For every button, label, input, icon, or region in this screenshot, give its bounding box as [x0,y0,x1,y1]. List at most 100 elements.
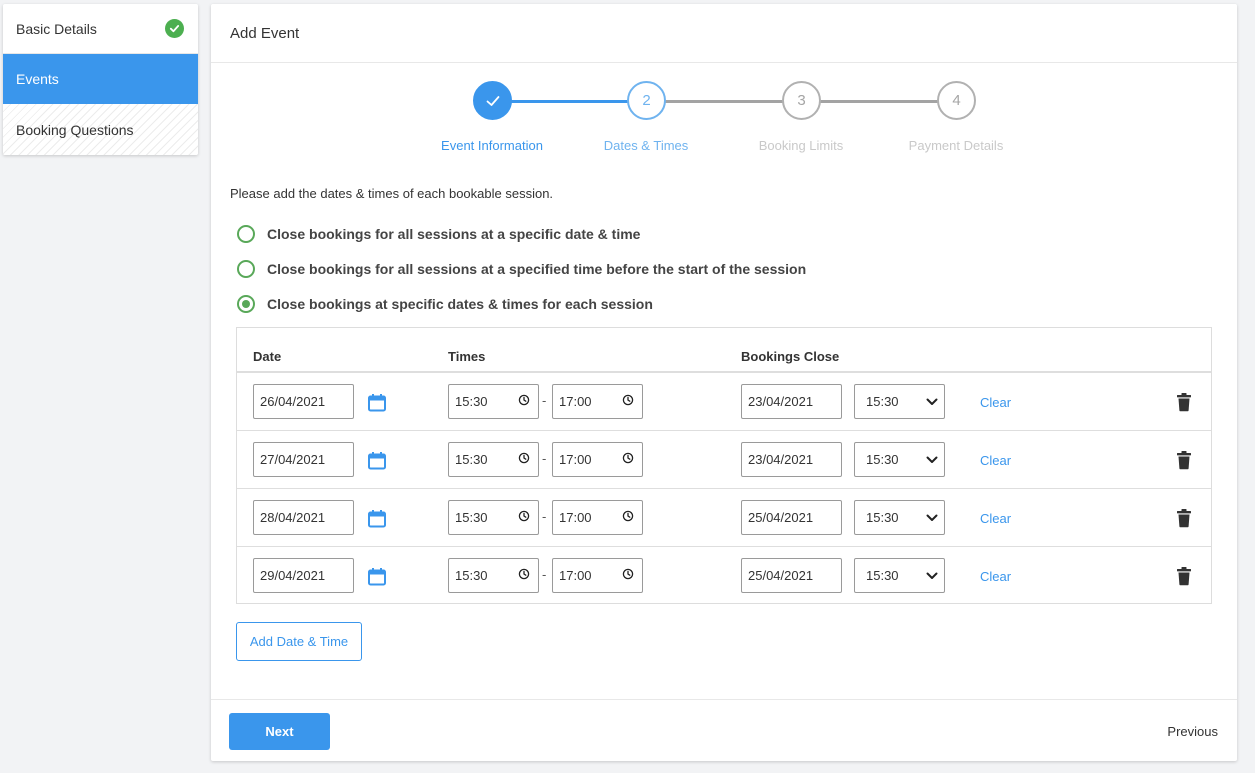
close-time-select[interactable]: 15:30 [854,500,945,535]
sidebar-item-events[interactable]: Events [3,54,198,104]
column-header-times: Times [448,349,486,364]
next-button[interactable]: Next [229,713,330,750]
session-date-input[interactable]: 27/04/2021 [253,442,354,477]
step-connector [665,100,784,103]
clock-icon[interactable] [518,568,530,583]
sidebar-item-label: Events [16,71,59,87]
session-date-value: 26/04/2021 [260,394,326,409]
close-time-value: 15:30 [866,394,899,409]
clock-icon[interactable] [518,394,530,409]
start-time-input[interactable]: 15:30 [448,384,539,419]
end-time-value: 17:00 [559,568,592,583]
calendar-icon[interactable] [367,451,387,471]
time-separator: - [542,393,547,408]
table-header: Date Times Bookings Close [237,328,1211,373]
table-row: 29/04/2021 15:30 -17:00 25/04/2021 15:30 Clea… [237,547,1211,605]
footer: Next Previous [211,699,1237,761]
clear-link[interactable]: Clear [980,395,1011,410]
session-date-value: 28/04/2021 [260,510,326,525]
clear-link[interactable]: Clear [980,453,1011,468]
radio-option-per-session[interactable]: Close bookings at specific dates & times… [237,295,653,313]
close-time-value: 15:30 [866,452,899,467]
radio-option-specific-datetime[interactable]: Close bookings for all sessions at a spe… [237,225,640,243]
sidebar-item-booking-questions[interactable]: Booking Questions [3,104,198,155]
start-time-input[interactable]: 15:30 [448,442,539,477]
radio-option-time-before-start[interactable]: Close bookings for all sessions at a spe… [237,260,806,278]
stepper: 2 3 4 Event Information Dates & Times Bo… [211,81,1237,161]
table-row: 28/04/2021 15:30 -17:00 25/04/2021 15:30 Clea… [237,489,1211,547]
calendar-icon[interactable] [367,567,387,587]
step-connector [511,100,629,103]
start-time-input[interactable]: 15:30 [448,558,539,593]
close-date-value: 25/04/2021 [748,568,814,583]
clock-icon[interactable] [622,394,634,409]
close-time-select[interactable]: 15:30 [854,442,945,477]
step-connector [820,100,939,103]
session-date-input[interactable]: 26/04/2021 [253,384,354,419]
previous-link[interactable]: Previous [1167,724,1218,739]
session-date-input[interactable]: 29/04/2021 [253,558,354,593]
radio-button[interactable] [237,225,255,243]
radio-label: Close bookings for all sessions at a spe… [267,226,641,242]
clock-icon[interactable] [622,568,634,583]
calendar-icon[interactable] [367,509,387,529]
radio-button-selected[interactable] [237,295,255,313]
sidebar-item-label: Booking Questions [16,121,134,138]
session-date-value: 27/04/2021 [260,452,326,467]
close-time-value: 15:30 [866,568,899,583]
radio-dot [242,300,250,308]
start-time-value: 15:30 [455,452,488,467]
close-date-input[interactable]: 23/04/2021 [741,384,842,419]
clock-icon[interactable] [518,510,530,525]
step-1-label: Event Information [441,138,543,153]
chevron-down-icon [926,394,938,409]
end-time-input[interactable]: 17:00 [552,500,643,535]
step-3-circle[interactable]: 3 [782,81,821,120]
start-time-value: 15:30 [455,568,488,583]
clear-link[interactable]: Clear [980,511,1011,526]
session-date-value: 29/04/2021 [260,568,326,583]
close-date-input[interactable]: 23/04/2021 [741,442,842,477]
trash-icon[interactable] [1176,450,1192,470]
calendar-icon[interactable] [367,393,387,413]
trash-icon[interactable] [1176,566,1192,586]
end-time-value: 17:00 [559,452,592,467]
end-time-input[interactable]: 17:00 [552,442,643,477]
close-date-value: 25/04/2021 [748,510,814,525]
chevron-down-icon [926,452,938,467]
end-time-value: 17:00 [559,394,592,409]
step-3-label: Booking Limits [758,138,844,153]
end-time-input[interactable]: 17:00 [552,384,643,419]
start-time-value: 15:30 [455,510,488,525]
clock-icon[interactable] [518,452,530,467]
check-circle-icon [165,19,184,38]
step-4-label: Payment Details [908,138,1004,153]
radio-label: Close bookings for all sessions at a spe… [267,261,807,277]
close-date-input[interactable]: 25/04/2021 [741,558,842,593]
intro-text: Please add the dates & times of each boo… [230,186,554,201]
close-time-select[interactable]: 15:30 [854,384,945,419]
end-time-value: 17:00 [559,510,592,525]
table-row: 26/04/2021 15:30 -17:00 23/04/2021 15:30 Clea… [237,373,1211,431]
start-time-input[interactable]: 15:30 [448,500,539,535]
clear-link[interactable]: Clear [980,569,1011,584]
clock-icon[interactable] [622,452,634,467]
close-date-input[interactable]: 25/04/2021 [741,500,842,535]
time-separator: - [542,567,547,582]
step-1-circle[interactable] [473,81,512,120]
step-2-circle[interactable]: 2 [627,81,666,120]
sidebar-item-basic-details[interactable]: Basic Details [3,4,198,54]
session-date-input[interactable]: 28/04/2021 [253,500,354,535]
add-date-time-button[interactable]: Add Date & Time [236,622,362,661]
end-time-input[interactable]: 17:00 [552,558,643,593]
time-separator: - [542,451,547,466]
close-date-value: 23/04/2021 [748,452,814,467]
clock-icon[interactable] [622,510,634,525]
chevron-down-icon [926,568,938,583]
close-time-select[interactable]: 15:30 [854,558,945,593]
trash-icon[interactable] [1176,508,1192,528]
radio-button[interactable] [237,260,255,278]
step-4-circle[interactable]: 4 [937,81,976,120]
table-row: 27/04/2021 15:30 -17:00 23/04/2021 15:30 Clea… [237,431,1211,489]
trash-icon[interactable] [1176,392,1192,412]
